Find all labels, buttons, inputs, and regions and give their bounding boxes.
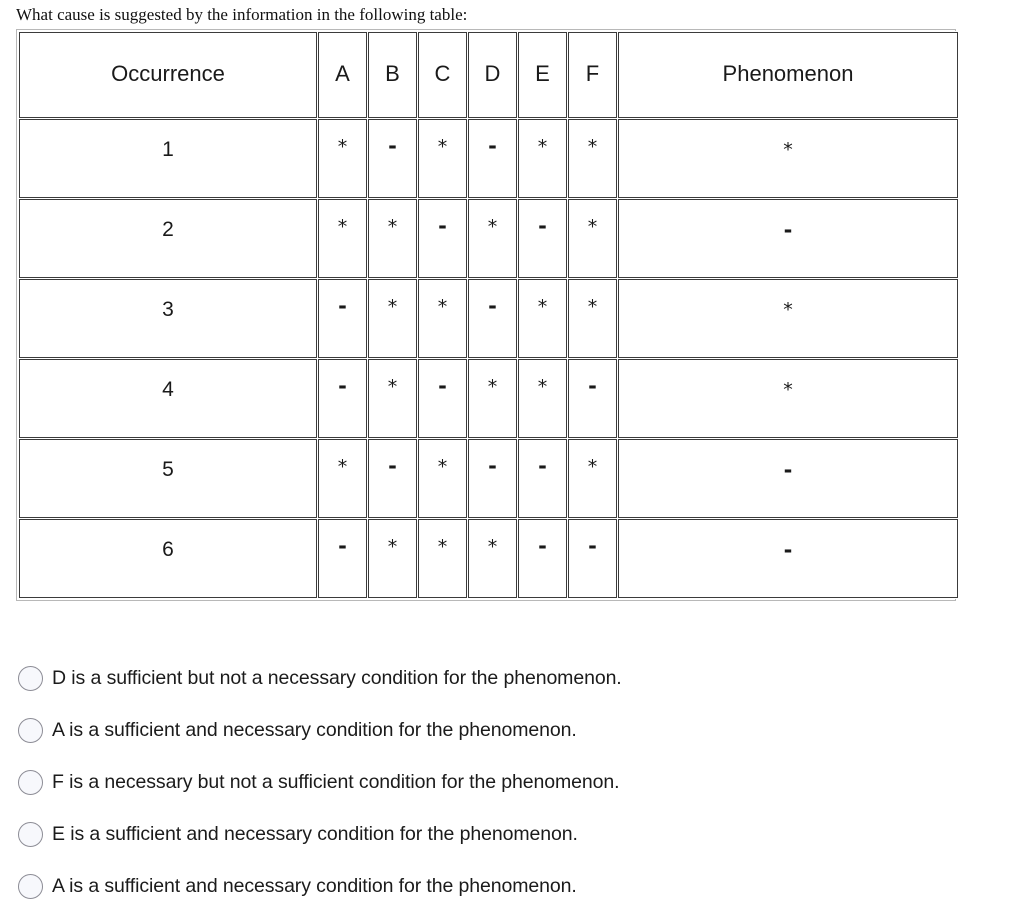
answer-option-5[interactable]: A is a sufficient and necessary conditio… xyxy=(18,860,998,912)
cell-d-6: * xyxy=(468,519,517,598)
header-factor-c: C xyxy=(418,32,467,118)
cell-f-4: - xyxy=(568,359,617,438)
cell-e-4: * xyxy=(518,359,567,438)
cell-b-5: - xyxy=(368,439,417,518)
cell-e-3: * xyxy=(518,279,567,358)
cell-phenomenon-1: * xyxy=(618,119,958,198)
occurrence-number: 6 xyxy=(19,519,317,598)
answer-option-3[interactable]: F is a necessary but not a sufficient co… xyxy=(18,756,998,808)
cell-a-4: - xyxy=(318,359,367,438)
answer-option-label[interactable]: A is a sufficient and necessary conditio… xyxy=(52,719,577,742)
occurrence-number: 4 xyxy=(19,359,317,438)
table-row: 3- * * - * * * xyxy=(19,279,958,358)
table-row: 4- * - * * - * xyxy=(19,359,958,438)
answer-options-list: D is a sufficient but not a necessary co… xyxy=(18,652,998,912)
evidence-table-body: Occurrence A B C D E F Phenomenon 1 * - * - * * * 2 * * - * -… xyxy=(19,32,958,598)
cell-d-3: - xyxy=(468,279,517,358)
answer-option-label[interactable]: A is a sufficient and necessary conditio… xyxy=(52,875,577,898)
table-header-row: Occurrence A B C D E F Phenomenon xyxy=(19,32,958,118)
cell-phenomenon-3: * xyxy=(618,279,958,358)
header-phenomenon: Phenomenon xyxy=(618,32,958,118)
header-factor-b: B xyxy=(368,32,417,118)
header-occurrence: Occurrence xyxy=(19,32,317,118)
cell-e-6: - xyxy=(518,519,567,598)
cell-f-5: * xyxy=(568,439,617,518)
cell-e-1: * xyxy=(518,119,567,198)
cell-phenomenon-5: - xyxy=(618,439,958,518)
answer-option-label[interactable]: D is a sufficient but not a necessary co… xyxy=(52,667,622,690)
radio-button-icon[interactable] xyxy=(18,665,43,691)
cell-d-2: * xyxy=(468,199,517,278)
cell-e-2: - xyxy=(518,199,567,278)
cell-c-5: * xyxy=(418,439,467,518)
answer-option-1[interactable]: D is a sufficient but not a necessary co… xyxy=(18,652,998,704)
cell-c-4: - xyxy=(418,359,467,438)
cell-a-3: - xyxy=(318,279,367,358)
occurrence-number: 5 xyxy=(19,439,317,518)
radio-button-icon[interactable] xyxy=(18,717,43,743)
radio-button-icon[interactable] xyxy=(18,821,43,847)
cell-phenomenon-6: - xyxy=(618,519,958,598)
cell-e-5: - xyxy=(518,439,567,518)
cell-d-4: * xyxy=(468,359,517,438)
occurrence-number: 2 xyxy=(19,199,317,278)
cell-f-2: * xyxy=(568,199,617,278)
answer-option-label[interactable]: F is a necessary but not a sufficient co… xyxy=(52,771,620,794)
header-factor-e: E xyxy=(518,32,567,118)
cell-phenomenon-2: - xyxy=(618,199,958,278)
cell-phenomenon-4: * xyxy=(618,359,958,438)
header-factor-a: A xyxy=(318,32,367,118)
table-row: 1 * - * - * * * xyxy=(19,119,958,198)
radio-button-icon[interactable] xyxy=(18,769,43,795)
cell-c-1: * xyxy=(418,119,467,198)
occurrence-number: 1 xyxy=(19,119,317,198)
cell-f-3: * xyxy=(568,279,617,358)
radio-button-icon[interactable] xyxy=(18,873,43,899)
answer-option-label[interactable]: E is a sufficient and necessary conditio… xyxy=(52,823,578,846)
cell-f-1: * xyxy=(568,119,617,198)
cell-d-5: - xyxy=(468,439,517,518)
cell-a-5: * xyxy=(318,439,367,518)
cell-b-6: * xyxy=(368,519,417,598)
answer-option-4[interactable]: E is a sufficient and necessary conditio… xyxy=(18,808,998,860)
answer-option-2[interactable]: A is a sufficient and necessary conditio… xyxy=(18,704,998,756)
evidence-table: Occurrence A B C D E F Phenomenon 1 * - * - * * * 2 * * - * -… xyxy=(18,31,959,599)
cell-b-3: * xyxy=(368,279,417,358)
header-factor-f: F xyxy=(568,32,617,118)
cell-c-3: * xyxy=(418,279,467,358)
header-factor-d: D xyxy=(468,32,517,118)
cell-d-1: - xyxy=(468,119,517,198)
table-row: 2 * * - * - * - xyxy=(19,199,958,278)
table-row: 5 * - * - - * - xyxy=(19,439,958,518)
cell-c-6: * xyxy=(418,519,467,598)
cell-b-1: - xyxy=(368,119,417,198)
cell-a-2: * xyxy=(318,199,367,278)
cell-c-2: - xyxy=(418,199,467,278)
cell-b-4: * xyxy=(368,359,417,438)
cell-a-6: - xyxy=(318,519,367,598)
table-row: 6- * * * - - - xyxy=(19,519,958,598)
cell-f-6: - xyxy=(568,519,617,598)
evidence-table-container: Occurrence A B C D E F Phenomenon 1 * - * - * * * 2 * * - * -… xyxy=(16,29,959,601)
occurrence-number: 3 xyxy=(19,279,317,358)
question-prompt: What cause is suggested by the informati… xyxy=(16,5,468,24)
cell-b-2: * xyxy=(368,199,417,278)
cell-a-1: * xyxy=(318,119,367,198)
